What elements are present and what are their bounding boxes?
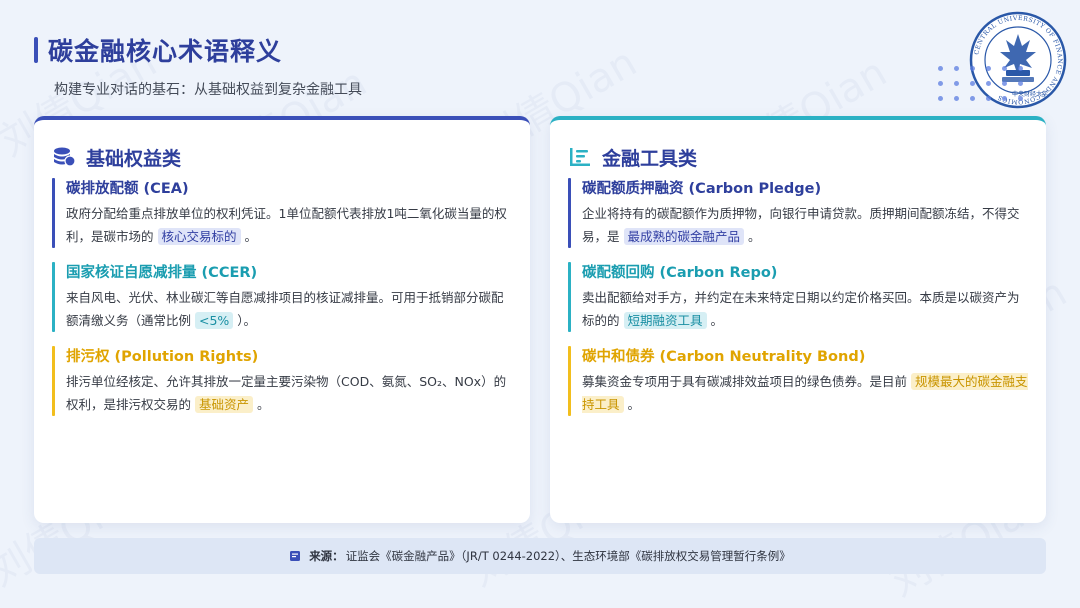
term-item-ccer: 国家核证自愿减排量 (CCER) 来自风电、光伏、林业碳汇等自愿减排项目的核证减… [52,262,512,342]
item-accent-bar [568,346,571,416]
source-footer: 来源： 证监会《碳金融产品》（JR/T 0244-2022）、生态环境部《碳排放… [34,538,1046,574]
item-accent-bar [568,262,571,332]
list-lines-icon [570,148,590,166]
page-subtitle: 构建专业对话的基石：从基础权益到复杂金融工具 [54,82,362,98]
term-highlight: 短期融资工具 [623,312,707,329]
term-description: 排污单位经核定、允许其排放一定量主要污染物（COD、氨氮、SO₂、NOx）的权利… [66,374,507,413]
term-description: 募集资金专项用于具有碳减排效益项目的绿色债券。是目前 规模最大的碳金融支持工具 … [582,373,1028,413]
term-title: 碳配额回购 (Carbon Repo) [582,265,778,281]
item-accent-bar [52,346,55,416]
card-header: 基础权益类 [34,120,530,174]
item-accent-bar [52,178,55,248]
term-highlight: 基础资产 [195,396,254,413]
source-text: 证监会《碳金融产品》（JR/T 0244-2022）、生态环境部《碳排放权交易管… [345,549,791,563]
card-title: 金融工具类 [602,147,698,170]
term-highlight: 最成熟的碳金融产品 [623,228,745,245]
term-item-cea: 碳排放配额 (CEA) 政府分配给重点排放单位的权利凭证。1单位配额代表排放1吨… [52,178,512,258]
term-item-pollution-rights: 排污权 (Pollution Rights) 排污单位经核定、允许其排放一定量主… [52,346,512,426]
term-title: 排污权 (Pollution Rights) [66,349,259,365]
title-bar: 碳金融核心术语释义 [34,36,282,66]
term-title: 碳排放配额 (CEA) [66,181,189,197]
term-highlight: <5% [195,312,234,329]
item-accent-bar [52,262,55,332]
card-title: 基础权益类 [86,147,182,170]
term-title: 碳配额质押融资 (Carbon Pledge) [582,181,822,197]
source-label: 来源： [309,549,344,563]
term-description: 政府分配给重点排放单位的权利凭证。1单位配额代表排放1吨二氧化碳当量的权利，是碳… [66,206,507,245]
term-item-carbon-pledge: 碳配额质押融资 (Carbon Pledge) 企业将持有的碳配额作为质押物，向… [568,178,1028,258]
term-item-carbon-neutrality-bond: 碳中和债券 (Carbon Neutrality Bond) 募集资金专项用于具… [568,346,1028,426]
item-accent-bar [568,178,571,248]
term-description: 卖出配额给对手方，并约定在未来特定日期以约定价格买回。本质是以碳资产为标的的 短… [582,290,1020,329]
page-title: 碳金融核心术语释义 [48,37,283,66]
basic-rights-card: 基础权益类 碳排放配额 (CEA) 政府分配给重点排放单位的权利凭证。1单位配额… [34,116,530,523]
term-item-carbon-repo: 碳配额回购 (Carbon Repo) 卖出配额给对手方，并约定在未来特定日期以… [568,262,1028,342]
card-header: 金融工具类 [550,120,1046,174]
term-title: 国家核证自愿减排量 (CCER) [66,265,258,281]
term-highlight: 核心交易标的 [157,228,241,245]
title-accent-bar [34,37,38,63]
book-icon [290,551,301,561]
financial-instruments-card: 金融工具类 碳配额质押融资 (Carbon Pledge) 企业将持有的碳配额作… [550,116,1046,523]
term-title: 碳中和债券 (Carbon Neutrality Bond) [582,349,866,365]
coins-stack-icon [54,147,76,167]
decorative-dots [938,66,1034,110]
term-description: 企业将持有的碳配额作为质押物，向银行申请贷款。质押期间配额冻结，不得交易，是 最… [582,206,1020,245]
term-description: 来自风电、光伏、林业碳汇等自愿减排项目的核证减排量。可用于抵销部分碳配额清缴义务… [66,290,504,329]
